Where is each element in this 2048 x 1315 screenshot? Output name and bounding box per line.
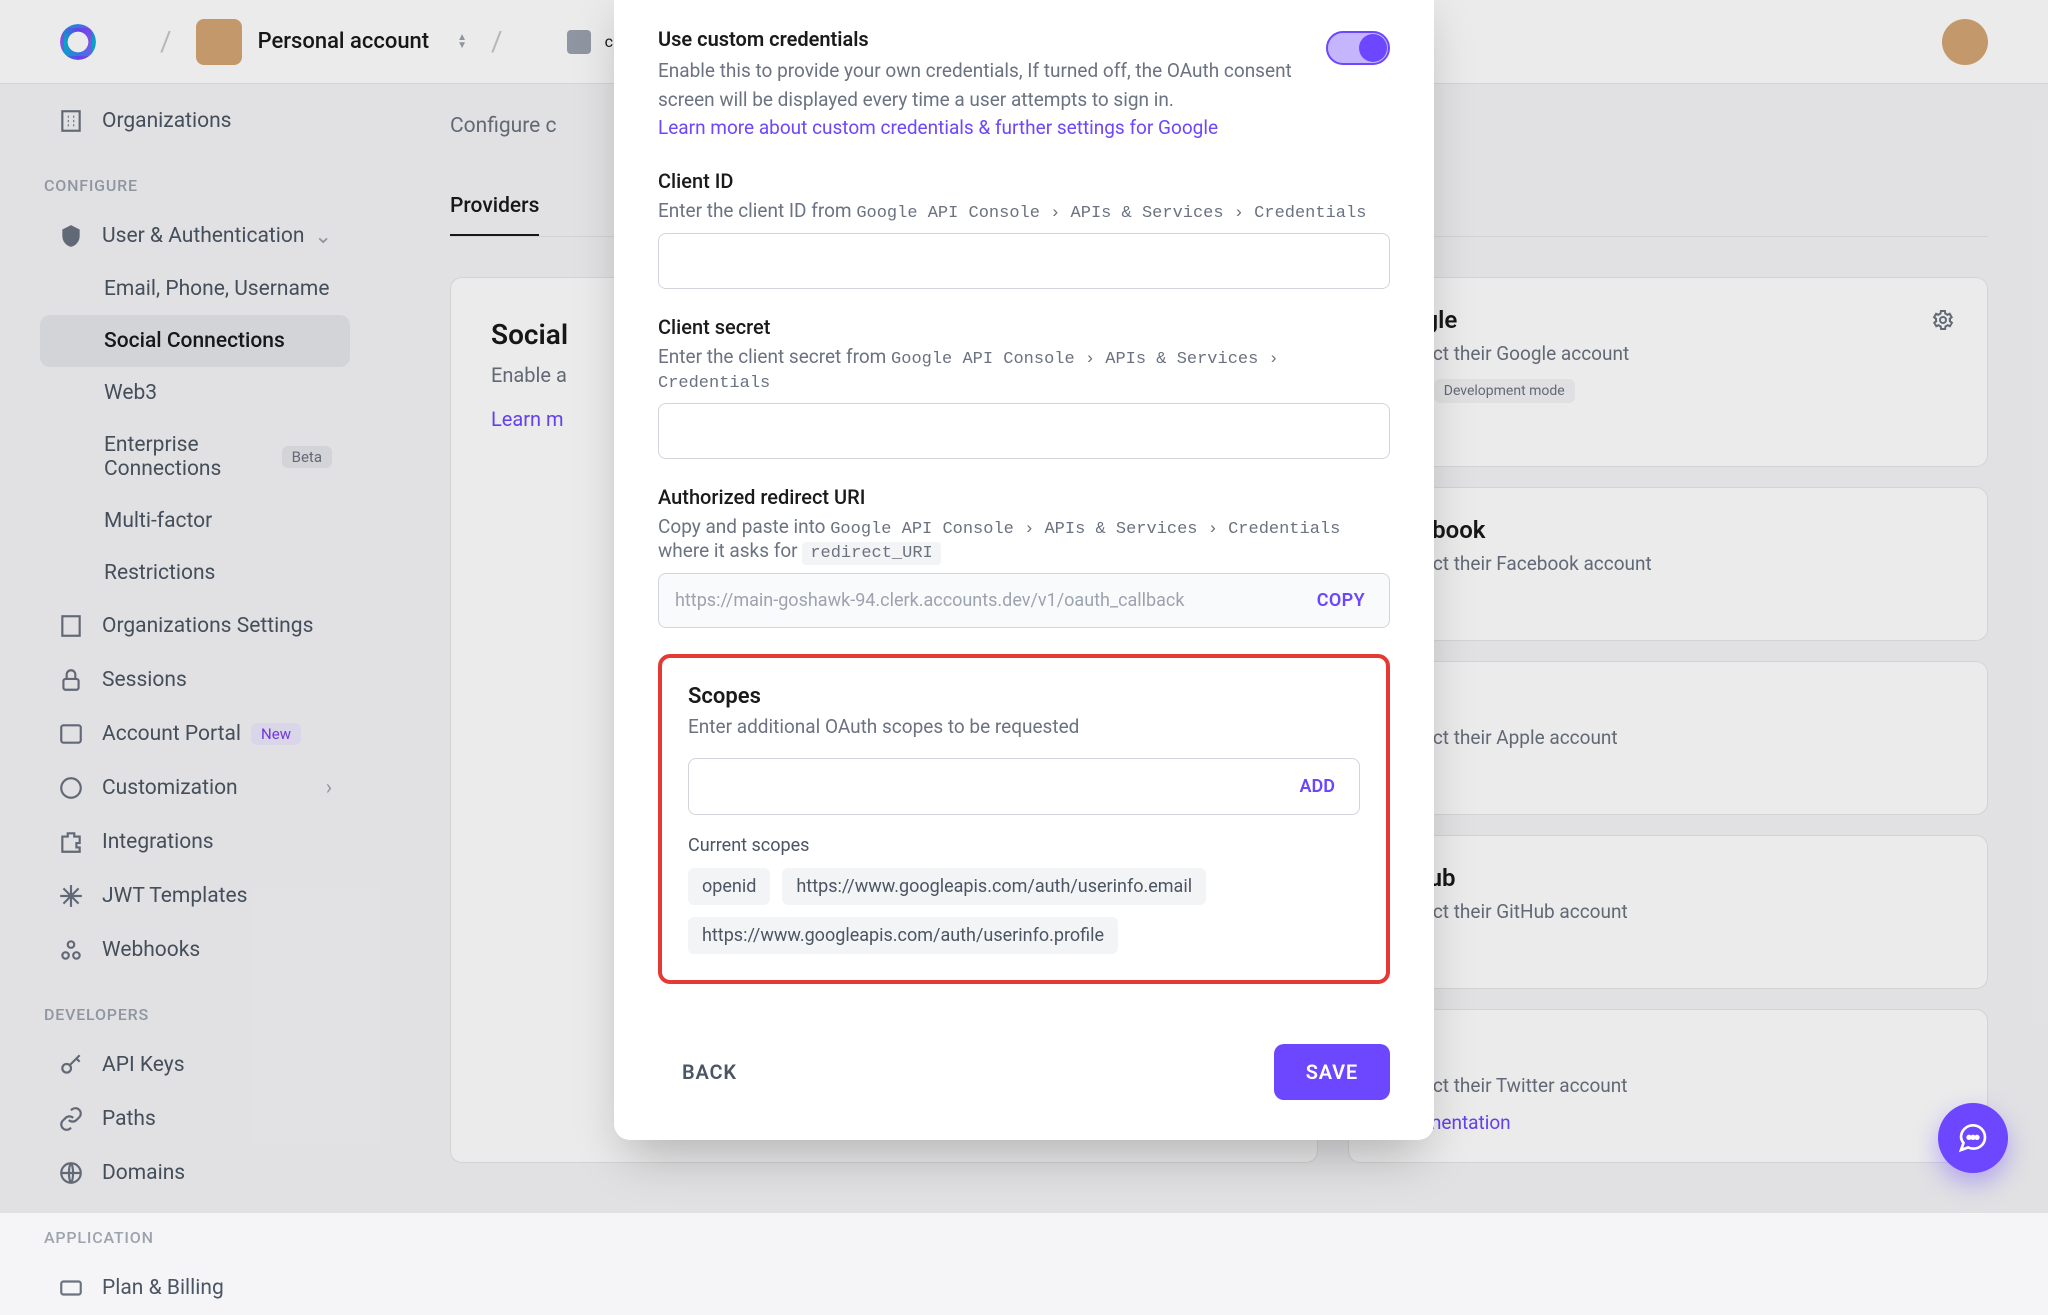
scope-input[interactable] (689, 759, 1276, 814)
client-secret-help: Enter the client secret from Google API … (658, 345, 1390, 393)
redirect-uri-value: https://main-goshawk-94.clerk.accounts.d… (659, 574, 1293, 627)
scope-chip: https://www.googleapis.com/auth/userinfo… (782, 868, 1206, 905)
scopes-section: Scopes Enter additional OAuth scopes to … (658, 654, 1390, 984)
back-button[interactable]: BACK (658, 1044, 761, 1100)
sidebar-item-plan[interactable]: Plan & Billing (40, 1261, 350, 1315)
card-icon (58, 1275, 84, 1301)
current-scopes-label: Current scopes (688, 835, 1360, 856)
learn-more-link[interactable]: Learn more about custom credentials & fu… (658, 116, 1218, 139)
chat-fab[interactable] (1938, 1103, 2008, 1173)
section-application: APPLICATION (44, 1228, 350, 1247)
copy-button[interactable]: COPY (1293, 574, 1389, 627)
scope-chip: openid (688, 868, 770, 905)
redirect-label: Authorized redirect URI (658, 485, 1390, 509)
scopes-title: Scopes (688, 684, 1360, 709)
scope-chip: https://www.googleapis.com/auth/userinfo… (688, 917, 1118, 954)
redirect-help: Copy and paste into Google API Console ›… (658, 515, 1390, 563)
save-button[interactable]: SAVE (1274, 1044, 1390, 1100)
modal-trailing-text: authentication. (658, 0, 1390, 3)
oauth-config-modal: authentication. Use custom credentials E… (614, 0, 1434, 1140)
client-id-help: Enter the client ID from Google API Cons… (658, 199, 1390, 223)
toggle-knob (1359, 34, 1387, 62)
scopes-help: Enter additional OAuth scopes to be requ… (688, 715, 1360, 738)
custom-credentials-toggle[interactable] (1326, 31, 1390, 65)
client-secret-label: Client secret (658, 315, 1390, 339)
client-secret-input[interactable] (658, 403, 1390, 459)
toggle-desc: Enable this to provide your own credenti… (658, 57, 1296, 143)
client-id-label: Client ID (658, 169, 1390, 193)
client-id-input[interactable] (658, 233, 1390, 289)
chat-icon (1957, 1122, 1989, 1154)
toggle-title: Use custom credentials (658, 27, 1296, 51)
modal-overlay: authentication. Use custom credentials E… (0, 0, 2048, 1213)
add-scope-button[interactable]: ADD (1276, 760, 1359, 813)
